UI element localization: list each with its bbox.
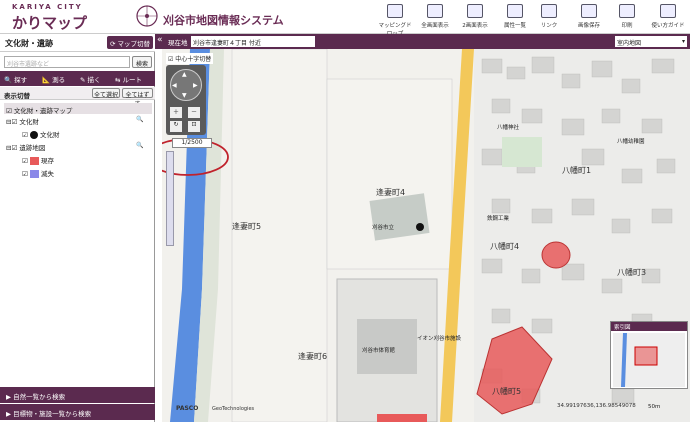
landmark-icon — [29, 131, 38, 139]
poi-label: イオン刈谷市施設 — [417, 336, 462, 342]
layer-root[interactable]: ☑ 文化財・遺跡マップ — [4, 103, 152, 115]
location-label: 現在地 — [168, 39, 188, 47]
map-select[interactable]: 室内地図 ▾ — [615, 36, 687, 47]
pan-up-icon[interactable]: ▲ — [182, 71, 187, 78]
fullscreen-icon — [427, 4, 443, 18]
collapse-panel-button[interactable]: « — [157, 35, 163, 45]
area-label: 八幡町3 — [617, 268, 647, 277]
map-nav-control: ▲ ▼ ◀ ▶ ＋ － ↻ ⊡ — [166, 65, 206, 135]
drop-icon — [387, 4, 403, 18]
guide-icon — [660, 4, 676, 18]
coordinate-readout: 34.99197636,136.98549078 — [557, 403, 636, 409]
route-icon: ⇆ — [115, 76, 121, 84]
building — [369, 193, 430, 241]
panel-header: 文化財・遺跡 ⟳ マップ切替 — [0, 34, 155, 52]
existing-ruin-area — [541, 241, 571, 269]
scale-field[interactable]: 1/2500 — [172, 138, 212, 148]
overview-map[interactable]: 索引図 — [610, 321, 688, 389]
map-toolbar: « 現在地 刈谷市逢妻町４丁目 付近 室内地図 ▾ — [155, 34, 690, 49]
layer-section-header: 表示切替 全て選択 全てはずす — [0, 87, 155, 108]
search-button[interactable]: 検索 — [132, 56, 152, 68]
poi-label: 鉄鋼工業 — [487, 216, 510, 222]
search-icon[interactable]: 🔍 — [136, 116, 143, 123]
poi-label: 刈谷市立 — [372, 225, 395, 231]
nature-list-search[interactable]: ▶ 自然一覧から検索 — [0, 387, 155, 403]
split-view-icon — [467, 4, 483, 18]
area-label: 八幡町4 — [490, 242, 520, 251]
search-icon: 🔍 — [4, 76, 13, 84]
existing-ruin-area — [377, 414, 427, 422]
map-canvas[interactable]: ☑ 中心十字切替 ▲ ▼ ◀ ▶ ＋ － ↻ ⊡ 1/2500 逢妻町4 逢妻町… — [162, 49, 690, 422]
ferris-wheel-icon — [136, 5, 158, 27]
toolbar-print[interactable]: 印刷 — [608, 2, 646, 32]
lost-swatch — [29, 170, 39, 178]
area-label: 八幡町1 — [562, 166, 592, 175]
overview-drawing — [613, 333, 685, 387]
image-save-icon — [581, 4, 597, 18]
page-title: 刈谷市地図情報システム — [163, 14, 284, 27]
clear-all-button[interactable]: 全てはずす — [122, 88, 153, 108]
pan-down-icon[interactable]: ▼ — [182, 92, 187, 99]
zoom-area-icon[interactable]: ⊡ — [188, 121, 200, 132]
search-input[interactable]: 刈谷市遺跡など — [4, 56, 130, 68]
poi-label: 刈谷市体育館 — [362, 348, 396, 354]
zoom-out-icon[interactable]: － — [188, 107, 200, 118]
link-icon — [541, 4, 557, 18]
layer-ruins[interactable]: ⊟☑ 遺跡地図 — [6, 142, 45, 152]
list-icon — [507, 4, 523, 18]
area-label: 逢妻町4 — [376, 188, 406, 197]
poi-label: 八幡幼稚園 — [617, 139, 645, 145]
poi-label: 八幡神社 — [497, 125, 520, 131]
layer-cultural[interactable]: ⊟☑ 文化財 — [6, 116, 39, 126]
layer-existing[interactable]: ☑ 現存 — [22, 155, 54, 165]
toolbar-save-image[interactable]: 画像保存 — [570, 2, 608, 32]
scale-bar: 50m — [648, 404, 661, 410]
existing-swatch — [29, 157, 39, 165]
pan-right-icon[interactable]: ▶ — [193, 82, 198, 89]
landmark-icon — [416, 223, 424, 231]
toolbar-attributes[interactable]: 属性一覧 — [496, 2, 534, 32]
area-label: 八幡町5 — [492, 387, 522, 396]
toolbar-guide[interactable]: 使い方ガイド — [648, 2, 688, 32]
map-switch-button[interactable]: ⟳ マップ切替 — [107, 36, 153, 49]
toolbar-mapping-drop[interactable]: マッピングドロップ — [376, 2, 414, 37]
nav-draw[interactable]: ✎ 描く — [80, 74, 101, 84]
ruler-icon: 📐 — [42, 76, 51, 84]
search-icon[interactable]: 🔍 — [136, 142, 143, 149]
pasco-logo: PASCO — [176, 405, 199, 412]
layer-section-title: 表示切替 — [4, 92, 30, 100]
nav-measure[interactable]: 📐 測る — [42, 74, 65, 84]
overview-title: 索引図 — [611, 322, 687, 331]
pan-left-icon[interactable]: ◀ — [172, 82, 177, 89]
toolbar-link[interactable]: リンク — [530, 2, 568, 32]
toolbar-fullscreen[interactable]: 全画面表示 — [416, 2, 454, 32]
pencil-icon: ✎ — [80, 76, 86, 84]
location-field[interactable]: 刈谷市逢妻町４丁目 付近 — [191, 36, 315, 47]
crosshair-toggle[interactable]: ☑ 中心十字切替 — [166, 53, 214, 64]
nav-route[interactable]: ⇆ ルート — [115, 74, 142, 84]
panel-title: 文化財・遺跡 — [5, 39, 53, 48]
layer-cultural-child[interactable]: ☑ 文化財 — [22, 129, 59, 139]
layer-lost[interactable]: ☑ 滅失 — [22, 168, 54, 178]
toolbar-split-view[interactable]: 2画面表示 — [456, 2, 494, 32]
rotate-icon[interactable]: ↻ — [170, 121, 182, 132]
app-logo: かりマップ — [12, 14, 88, 32]
area-label: 逢妻町6 — [298, 352, 328, 361]
facility-list-search[interactable]: ▶ 目標物・施設一覧から検索 — [0, 404, 155, 420]
printer-icon — [619, 4, 635, 18]
select-all-button[interactable]: 全て選択 — [92, 88, 120, 99]
left-panel: 文化財・遺跡 ⟳ マップ切替 刈谷市遺跡など 検索 🔍 探す 📐 測る ✎ 描く… — [0, 34, 155, 422]
park — [502, 137, 542, 167]
chevron-down-icon: ▾ — [681, 38, 685, 45]
nav-bar: 🔍 探す 📐 測る ✎ 描く ⇆ ルート — [0, 71, 155, 86]
zoom-slider[interactable] — [166, 151, 174, 246]
logo-subtitle: KARIYA CITY — [12, 3, 83, 11]
zoom-in-icon[interactable]: ＋ — [170, 107, 182, 118]
app-header: KARIYA CITY かりマップ 刈谷市地図情報システム マッピングドロップ … — [0, 0, 690, 37]
area-label: 逢妻町5 — [232, 222, 262, 231]
nav-search[interactable]: 🔍 探す — [4, 74, 27, 84]
geotech-logo: GeoTechnologies — [212, 406, 255, 412]
